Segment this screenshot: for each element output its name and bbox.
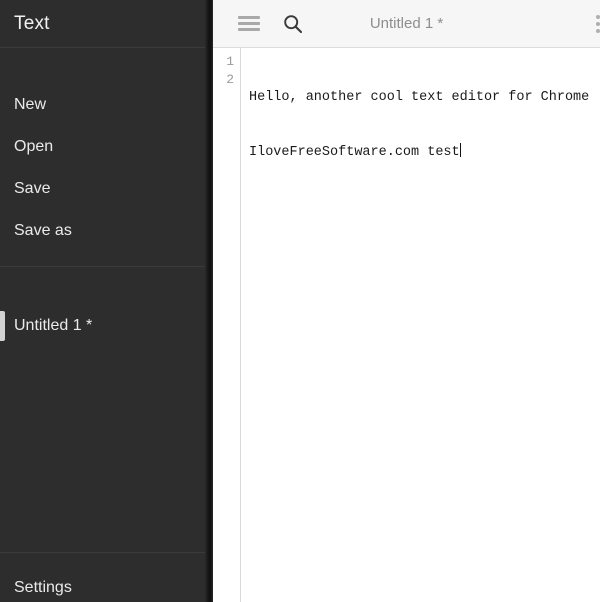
sidebar-item-label: Save (14, 180, 51, 197)
sidebar-file-actions: New Open Save Save as (0, 48, 205, 267)
sidebar-item-open[interactable]: Open (0, 126, 205, 168)
sidebar-open-files: Untitled 1 * (0, 267, 205, 553)
sidebar-item-label: Untitled 1 * (14, 317, 93, 334)
sidebar-item-new[interactable]: New (0, 84, 205, 126)
sidebar-item-save[interactable]: Save (0, 168, 205, 210)
sidebar-item-label: Settings (14, 579, 72, 596)
sidebar-item-label: Save as (14, 222, 72, 239)
code-editor[interactable]: 1 2 Hello, another cool text editor for … (213, 48, 600, 602)
menu-button[interactable] (227, 0, 271, 48)
line-number-gutter: 1 2 (213, 48, 241, 602)
sidebar-scrollbar[interactable] (205, 0, 213, 602)
code-line: Hello, another cool text editor for Chro… (249, 90, 590, 105)
overflow-menu-button[interactable] (590, 0, 600, 48)
app-title: Text (14, 12, 50, 34)
code-line-with-caret: IloveFreeSoftware.com test (249, 143, 600, 161)
search-button[interactable] (271, 0, 315, 48)
sidebar-item-label: Open (14, 138, 54, 155)
sidebar-item-save-as[interactable]: Save as (0, 210, 205, 252)
editor-pane: Untitled 1 * 1 2 Hello, another cool tex… (213, 0, 600, 602)
sidebar: Text New Open Save Save as Untitled 1 * … (0, 0, 205, 602)
more-vertical-icon (590, 15, 600, 33)
code-line-text: IloveFreeSoftware.com test (249, 145, 460, 160)
editor-toolbar: Untitled 1 * (213, 0, 600, 48)
line-number: 2 (226, 72, 234, 87)
search-icon (284, 14, 303, 33)
sidebar-item-settings[interactable]: Settings (0, 567, 205, 602)
line-number: 1 (226, 54, 234, 69)
sidebar-settings-section: Settings (0, 553, 205, 602)
sidebar-header: Text (0, 0, 205, 48)
sidebar-item-label: New (14, 96, 47, 113)
hamburger-menu-icon (238, 16, 260, 31)
sidebar-item-untitled-1[interactable]: Untitled 1 * (0, 305, 205, 347)
text-editor-app: Text New Open Save Save as Untitled 1 * … (0, 0, 600, 602)
text-caret (459, 143, 461, 157)
editor-text-area[interactable]: Hello, another cool text editor for Chro… (241, 48, 600, 602)
